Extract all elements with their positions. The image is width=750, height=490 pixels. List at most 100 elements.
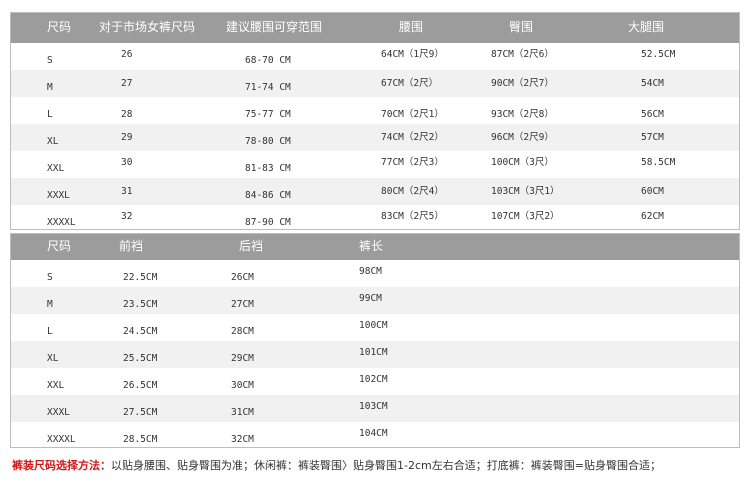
table1-header-cell: 尺码	[47, 20, 72, 34]
table-cell: M	[47, 299, 53, 310]
table-cell: 28.5CM	[123, 434, 158, 445]
table-cell: 29CM	[231, 353, 254, 364]
table1-header-cell: 大腿围	[628, 20, 665, 34]
table-cell: 83CM（2尺5）	[381, 211, 444, 222]
size-table-crotch-length-body: S 22.5CM 26CM 98CM M 23.5CM 27CM 99CM L 24.5CM 28C…	[11, 260, 739, 449]
table-cell: 78-80 CM	[245, 136, 291, 147]
table-cell: 70CM（2尺1）	[381, 109, 444, 120]
table-row: XXXXL 32 87-90 CM 83CM（2尺5） 107CM（3尺2） 62CM	[11, 205, 739, 232]
table-cell: M	[47, 82, 53, 93]
table-cell: XXL	[47, 380, 65, 391]
table-cell: 74CM（2尺2）	[381, 132, 444, 143]
table-cell: 60CM	[641, 186, 664, 197]
table-row: L 24.5CM 28CM 100CM	[11, 314, 739, 341]
table-cell: 31CM	[231, 407, 254, 418]
table-cell: 93CM（2尺8）	[491, 109, 554, 120]
table-cell: XXL	[47, 163, 65, 174]
table-cell: 25.5CM	[123, 353, 158, 364]
table-cell: 56CM	[641, 109, 664, 120]
table-cell: 103CM（3尺1）	[491, 186, 560, 197]
size-table-main-header: 尺码 对于市场女裤尺码 建议腰围可穿范围 腰围 臀围 大腿围	[11, 13, 739, 43]
table-cell: 26	[121, 49, 133, 60]
table-cell: 22.5CM	[123, 272, 158, 283]
table-cell: 26CM	[231, 272, 254, 283]
table1-header-cell: 对于市场女裤尺码	[99, 20, 196, 34]
table-cell: 81-83 CM	[245, 163, 291, 174]
table-cell: XXXXL	[47, 217, 76, 228]
table-cell: 100CM（3尺）	[491, 157, 554, 168]
table-row: S 22.5CM 26CM 98CM	[11, 260, 739, 287]
table-cell: 77CM（2尺3）	[381, 157, 444, 168]
table-cell: 28CM	[231, 326, 254, 337]
table-cell: 107CM（3尺2）	[491, 211, 560, 222]
table-cell: 58.5CM	[641, 157, 676, 168]
table-cell: XXXL	[47, 407, 70, 418]
table-cell: S	[47, 55, 53, 66]
table-cell: 27CM	[231, 299, 254, 310]
table-row: L 28 75-77 CM 70CM（2尺1） 93CM（2尺8） 56CM	[11, 97, 739, 124]
table-cell: L	[47, 109, 53, 120]
table-cell: 57CM	[641, 132, 664, 143]
table2-header-cell: 前裆	[119, 239, 144, 253]
size-table-crotch-length: 尺码 前裆 后裆 裤长 S 22.5CM 26CM 98CM M 23.5CM 27CM 99CM L…	[10, 233, 740, 448]
note-text: 以贴身腰围、贴身臀围为准；休闲裤：裤装臀围〉贴身臀围1-2cm左右合适；打底裤：…	[111, 459, 661, 472]
table-row: XXXL 27.5CM 31CM 103CM	[11, 395, 739, 422]
table-cell: XL	[47, 136, 59, 147]
table-cell: 32CM	[231, 434, 254, 445]
table-cell: 87-90 CM	[245, 217, 291, 228]
table-cell: 31	[121, 186, 133, 197]
table1-header-cell: 建议腰围可穿范围	[226, 20, 323, 34]
table-cell: 104CM	[359, 428, 388, 439]
table-cell: 54CM	[641, 78, 664, 89]
table-row: XXXL 31 84-86 CM 80CM（2尺4） 103CM（3尺1） 60CM	[11, 178, 739, 205]
table-row: XXL 30 81-83 CM 77CM（2尺3） 100CM（3尺） 58.5CM	[11, 151, 739, 178]
table1-header-cell: 腰围	[399, 20, 424, 34]
size-table-crotch-length-header: 尺码 前裆 后裆 裤长	[11, 234, 739, 260]
table-cell: 68-70 CM	[245, 55, 291, 66]
table-cell: 96CM（2尺9）	[491, 132, 554, 143]
table-cell: 87CM（2尺6）	[491, 49, 554, 60]
table1-header-cell: 臀围	[509, 20, 534, 34]
table-cell: 64CM（1尺9）	[381, 49, 444, 60]
table-cell: 90CM（2尺7）	[491, 78, 554, 89]
table-cell: 27.5CM	[123, 407, 158, 418]
table-cell: 24.5CM	[123, 326, 158, 337]
table-row: XL 29 78-80 CM 74CM（2尺2） 96CM（2尺9） 57CM	[11, 124, 739, 151]
table-cell: 26.5CM	[123, 380, 158, 391]
table-cell: XXXXL	[47, 434, 76, 445]
table-cell: 98CM	[359, 266, 382, 277]
table2-header-cell: 后裆	[239, 239, 264, 253]
table-cell: 102CM	[359, 374, 388, 385]
size-table-main-body: S 26 68-70 CM 64CM（1尺9） 87CM（2尺6） 52.5CM M 27 71…	[11, 43, 739, 232]
table-cell: 103CM	[359, 401, 388, 412]
note-label: 裤装尺码选择方法：	[12, 459, 111, 472]
table-row: M 27 71-74 CM 67CM（2尺） 90CM（2尺7） 54CM	[11, 70, 739, 97]
table-cell: XXXL	[47, 190, 70, 201]
table-cell: 100CM	[359, 320, 388, 331]
table2-header-cell: 裤长	[359, 239, 384, 253]
table-cell: 27	[121, 78, 133, 89]
table-cell: 28	[121, 109, 133, 120]
table-cell: 75-77 CM	[245, 109, 291, 120]
table-row: M 23.5CM 27CM 99CM	[11, 287, 739, 314]
table-cell: 80CM（2尺4）	[381, 186, 444, 197]
table-cell: 32	[121, 211, 133, 222]
table-cell: 99CM	[359, 293, 382, 304]
table-cell: 101CM	[359, 347, 388, 358]
size-table-main: 尺码 对于市场女裤尺码 建议腰围可穿范围 腰围 臀围 大腿围 S 26 68-70 CM 64C…	[10, 12, 740, 230]
table-cell: 30CM	[231, 380, 254, 391]
table-row: XL 25.5CM 29CM 101CM	[11, 341, 739, 368]
table-cell: 52.5CM	[641, 49, 676, 60]
table-row: XXL 26.5CM 30CM 102CM	[11, 368, 739, 395]
table-cell: 62CM	[641, 211, 664, 222]
table-cell: 30	[121, 157, 133, 168]
table-cell: 29	[121, 132, 133, 143]
table2-header-cell: 尺码	[47, 239, 72, 253]
table-cell: 84-86 CM	[245, 190, 291, 201]
table-row: XXXXL 28.5CM 32CM 104CM	[11, 422, 739, 449]
size-selection-note: 裤装尺码选择方法：以贴身腰围、贴身臀围为准；休闲裤：裤装臀围〉贴身臀围1-2cm…	[12, 457, 661, 473]
table-cell: XL	[47, 353, 59, 364]
table-cell: L	[47, 326, 53, 337]
table-cell: S	[47, 272, 53, 283]
table-cell: 71-74 CM	[245, 82, 291, 93]
